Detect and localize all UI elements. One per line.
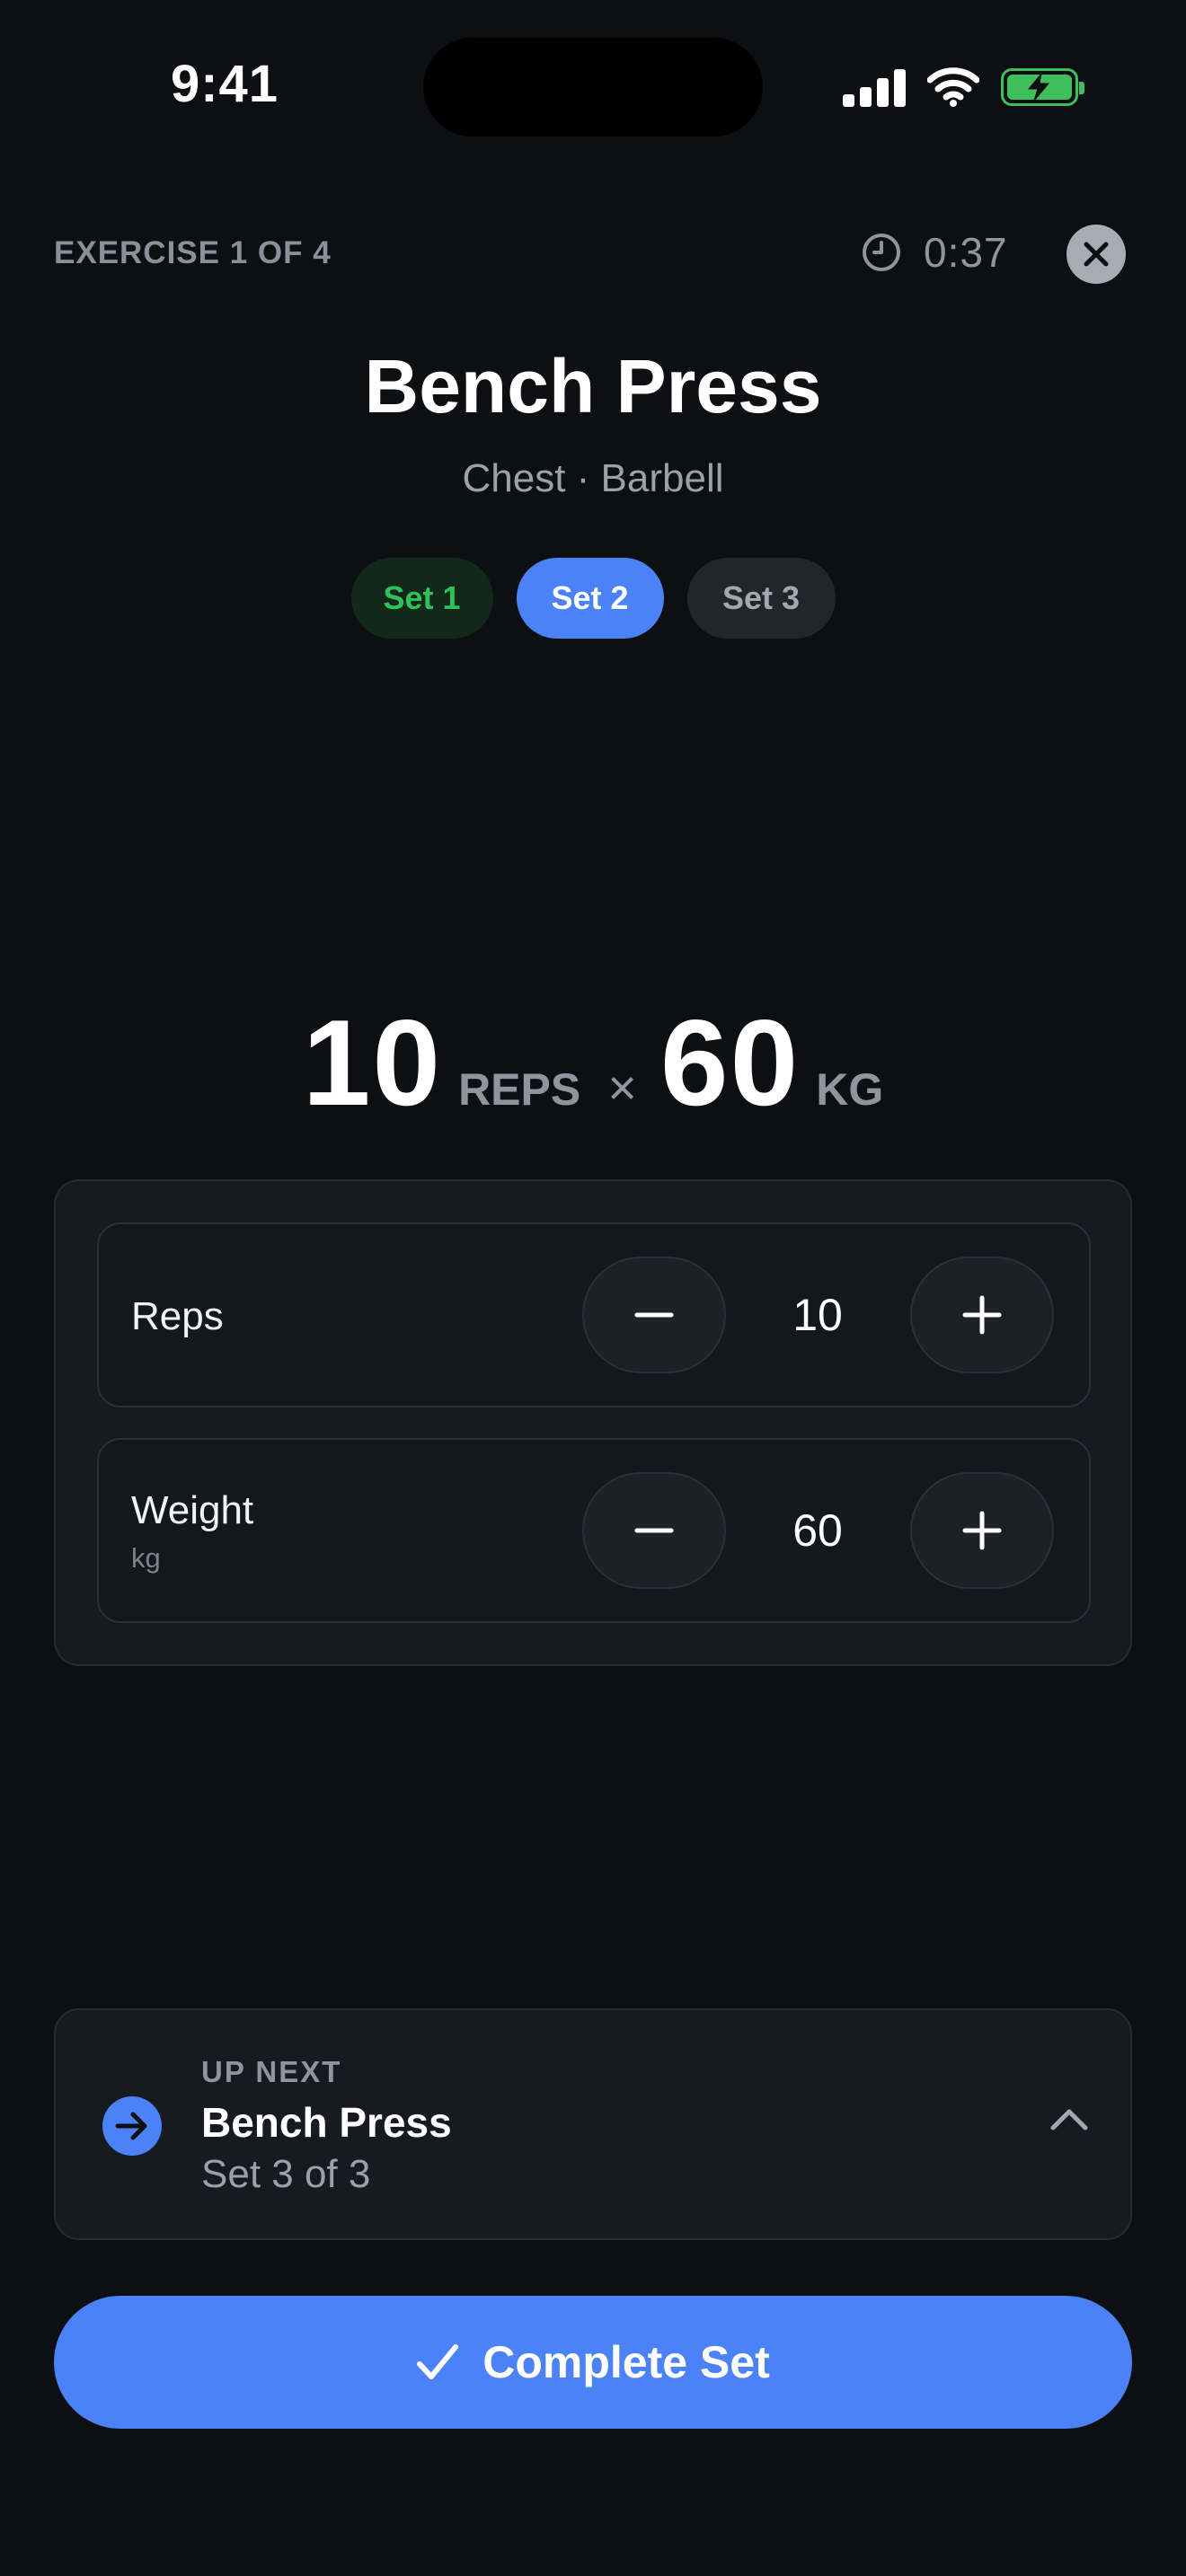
up-next-card[interactable]: UP NEXT Bench Press Set 3 of 3 bbox=[54, 2008, 1132, 2240]
complete-set-label: Complete Set bbox=[482, 2337, 770, 2387]
reps-increment-button[interactable] bbox=[910, 1257, 1054, 1373]
reps-label: Reps bbox=[131, 1294, 224, 1338]
summary-weight-unit: KG bbox=[816, 1064, 884, 1115]
workout-screen: 9:41 EXERCISE 1 OF 4 0:37 Bench Press Ch… bbox=[0, 0, 1186, 2576]
plus-icon bbox=[962, 1295, 1002, 1335]
exercise-subtitle: Chest · Barbell bbox=[462, 456, 724, 500]
close-icon bbox=[1084, 242, 1109, 267]
plus-icon bbox=[962, 1511, 1002, 1550]
summary-weight: 60 bbox=[659, 994, 801, 1131]
arrow-right-icon bbox=[102, 2096, 162, 2156]
complete-set-button[interactable]: Complete Set bbox=[54, 2296, 1132, 2429]
up-next-set: Set 3 of 3 bbox=[201, 2152, 371, 2196]
exercise-counter: EXERCISE 1 OF 4 bbox=[54, 235, 332, 270]
weight-value: 60 bbox=[792, 1505, 843, 1556]
status-time: 9:41 bbox=[170, 55, 279, 113]
clock-icon bbox=[863, 234, 900, 271]
up-next-exercise: Bench Press bbox=[201, 2099, 452, 2146]
up-next-label: UP NEXT bbox=[201, 2055, 342, 2088]
multiply-sign: × bbox=[607, 1059, 637, 1116]
minus-icon bbox=[634, 1528, 674, 1533]
set-pill-3[interactable]: Set 3 bbox=[686, 558, 836, 639]
weight-label: Weight bbox=[131, 1488, 254, 1532]
set-pill-2[interactable]: Set 2 bbox=[516, 558, 664, 639]
summary-reps-unit: REPS bbox=[458, 1064, 581, 1115]
set-selector: Set 1 Set 2 Set 3 bbox=[0, 558, 1186, 639]
reps-stepper: Reps 10 bbox=[97, 1222, 1091, 1407]
rest-timer: 0:37 bbox=[861, 228, 1008, 277]
weight-increment-button[interactable] bbox=[910, 1472, 1054, 1589]
weight-unit-label: kg bbox=[131, 1542, 161, 1574]
weight-decrement-button[interactable] bbox=[582, 1472, 726, 1589]
checkmark-icon bbox=[417, 2344, 459, 2379]
set-pill-1[interactable]: Set 1 bbox=[350, 558, 493, 639]
status-icons bbox=[843, 65, 1084, 110]
set-adjust-card: Reps 10 Weight kg 60 bbox=[54, 1179, 1132, 1666]
exercise-title: Bench Press bbox=[364, 344, 822, 428]
battery-charging-icon bbox=[1001, 68, 1084, 106]
wifi-icon bbox=[927, 67, 979, 107]
timer-value: 0:37 bbox=[924, 229, 1008, 276]
dynamic-island bbox=[423, 38, 763, 137]
close-button[interactable] bbox=[1067, 225, 1126, 284]
minus-icon bbox=[634, 1312, 674, 1318]
cellular-signal-icon bbox=[843, 67, 906, 107]
weight-stepper: Weight kg 60 bbox=[97, 1438, 1091, 1623]
summary-reps: 10 bbox=[302, 994, 443, 1131]
reps-decrement-button[interactable] bbox=[582, 1257, 726, 1373]
reps-value: 10 bbox=[792, 1290, 843, 1340]
set-summary: 10 REPS × 60 KG bbox=[0, 992, 1186, 1133]
chevron-up-icon[interactable] bbox=[1049, 2105, 1089, 2132]
